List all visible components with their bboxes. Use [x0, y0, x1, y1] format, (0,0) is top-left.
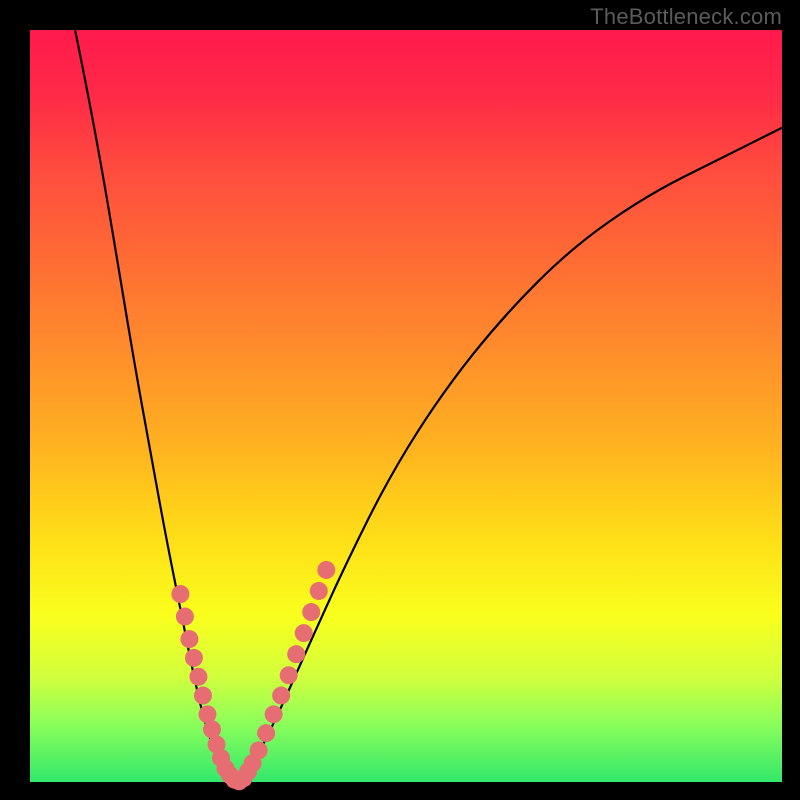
data-marker — [280, 666, 298, 684]
data-marker — [171, 585, 189, 603]
data-marker — [257, 724, 275, 742]
curve-left-branch — [75, 30, 233, 782]
data-marker — [265, 705, 283, 723]
data-marker — [250, 741, 268, 759]
chart-frame: TheBottleneck.com — [0, 0, 800, 800]
data-marker — [302, 603, 320, 621]
data-marker — [189, 668, 207, 686]
curve-right-branch — [241, 128, 782, 782]
data-marker — [185, 649, 203, 667]
data-marker — [194, 687, 212, 705]
data-marker — [180, 630, 198, 648]
data-marker — [295, 624, 313, 642]
data-marker — [310, 582, 328, 600]
data-marker — [272, 687, 290, 705]
chart-svg — [0, 0, 800, 800]
data-marker — [176, 608, 194, 626]
data-marker — [317, 561, 335, 579]
data-marker — [287, 645, 305, 663]
